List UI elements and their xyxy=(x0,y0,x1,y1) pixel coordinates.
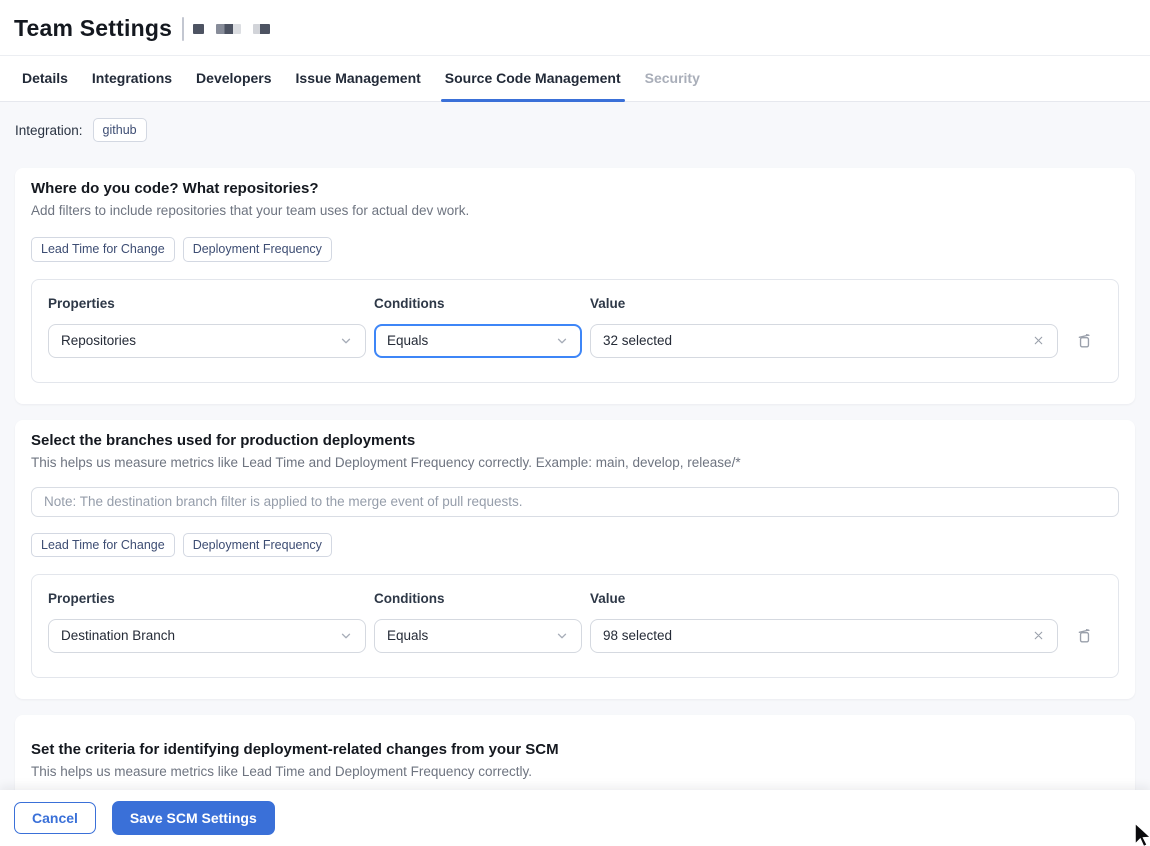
integration-label: Integration: xyxy=(15,122,83,138)
close-icon[interactable] xyxy=(1030,332,1047,349)
metric-badge-lead-time: Lead Time for Change xyxy=(31,237,175,262)
tab-details[interactable]: Details xyxy=(10,56,80,101)
integration-badge: github xyxy=(92,118,147,143)
properties-column-label: Properties xyxy=(48,295,115,311)
branch-note-input[interactable] xyxy=(31,486,1119,517)
metric-badge-deployment-frequency: Deployment Frequency xyxy=(182,237,332,262)
conditions-column-label: Conditions xyxy=(374,590,445,606)
card-heading: Where do you code? What repositories? xyxy=(31,180,319,198)
tab-source-code-management[interactable]: Source Code Management xyxy=(433,56,633,102)
properties-select-value: Destination Branch xyxy=(61,628,176,644)
properties-select-value: Repositories xyxy=(61,333,137,349)
scm-settings-panel: Integration: github Where do you code? W… xyxy=(0,102,1150,803)
mouse-cursor xyxy=(1131,821,1150,846)
conditions-column-label: Conditions xyxy=(374,295,445,311)
metric-badge-deployment-frequency: Deployment Frequency xyxy=(182,532,332,557)
page-title: Team Settings xyxy=(14,15,173,41)
footer-bar: Cancel Save SCM Settings xyxy=(0,790,1150,846)
tab-label: Source Code Management xyxy=(444,70,621,86)
close-icon[interactable] xyxy=(1030,627,1047,644)
tab-integrations[interactable]: Integrations xyxy=(80,56,184,101)
card-description: This helps us measure metrics like Lead … xyxy=(31,454,741,470)
chevron-down-icon xyxy=(341,338,351,344)
chevron-down-icon xyxy=(557,338,567,344)
conditions-select[interactable]: Equals xyxy=(374,618,582,653)
trash-icon xyxy=(1078,334,1090,348)
filter-row-container: Properties Conditions Value Destination … xyxy=(31,573,1119,678)
integration-row: Integration: github xyxy=(15,118,1135,143)
value-column-label: Value xyxy=(590,295,626,311)
redacted-text xyxy=(216,23,242,34)
tab-security: Security xyxy=(644,70,700,86)
conditions-select-value: Equals xyxy=(387,628,429,644)
card-description: This helps us measure metrics like Lead … xyxy=(31,763,532,779)
title-divider xyxy=(182,16,185,41)
conditions-select[interactable]: Equals xyxy=(374,323,582,358)
value-column-label: Value xyxy=(590,590,626,606)
delete-filter-button[interactable] xyxy=(1066,329,1102,352)
conditions-select-value: Equals xyxy=(387,333,429,349)
metric-badge-lead-time: Lead Time for Change xyxy=(31,532,175,557)
tab-issue-management[interactable]: Issue Management xyxy=(284,56,433,101)
properties-select[interactable]: Repositories xyxy=(48,323,366,358)
value-input-wrapper xyxy=(590,323,1058,358)
delete-filter-button[interactable] xyxy=(1066,624,1102,647)
page-header: Team Settings xyxy=(0,0,1150,55)
value-input[interactable] xyxy=(603,333,1030,349)
redacted-text xyxy=(253,23,271,34)
cancel-button[interactable]: Cancel xyxy=(14,802,96,834)
active-tab-underline xyxy=(440,99,625,102)
card-description: Add filters to include repositories that… xyxy=(31,203,470,219)
value-input-wrapper xyxy=(590,618,1058,653)
metric-badges: Lead Time for Change Deployment Frequenc… xyxy=(31,532,1119,557)
metric-badges: Lead Time for Change Deployment Frequenc… xyxy=(31,237,1119,262)
repositories-card: Where do you code? What repositories? Ad… xyxy=(15,168,1135,404)
redacted-text xyxy=(193,23,205,34)
filter-row-container: Properties Conditions Value Repositories… xyxy=(31,278,1119,383)
value-input[interactable] xyxy=(603,628,1030,644)
tab-bar: Details Integrations Developers Issue Ma… xyxy=(0,55,1150,102)
save-scm-settings-button[interactable]: Save SCM Settings xyxy=(111,801,275,835)
properties-column-label: Properties xyxy=(48,590,115,606)
card-heading: Select the branches used for production … xyxy=(31,431,416,449)
chevron-down-icon xyxy=(557,633,567,639)
chevron-down-icon xyxy=(341,633,351,639)
tab-developers[interactable]: Developers xyxy=(184,56,283,101)
card-heading: Set the criteria for identifying deploym… xyxy=(31,740,559,758)
branches-card: Select the branches used for production … xyxy=(15,419,1135,699)
properties-select[interactable]: Destination Branch xyxy=(48,618,366,653)
trash-icon xyxy=(1078,629,1090,643)
